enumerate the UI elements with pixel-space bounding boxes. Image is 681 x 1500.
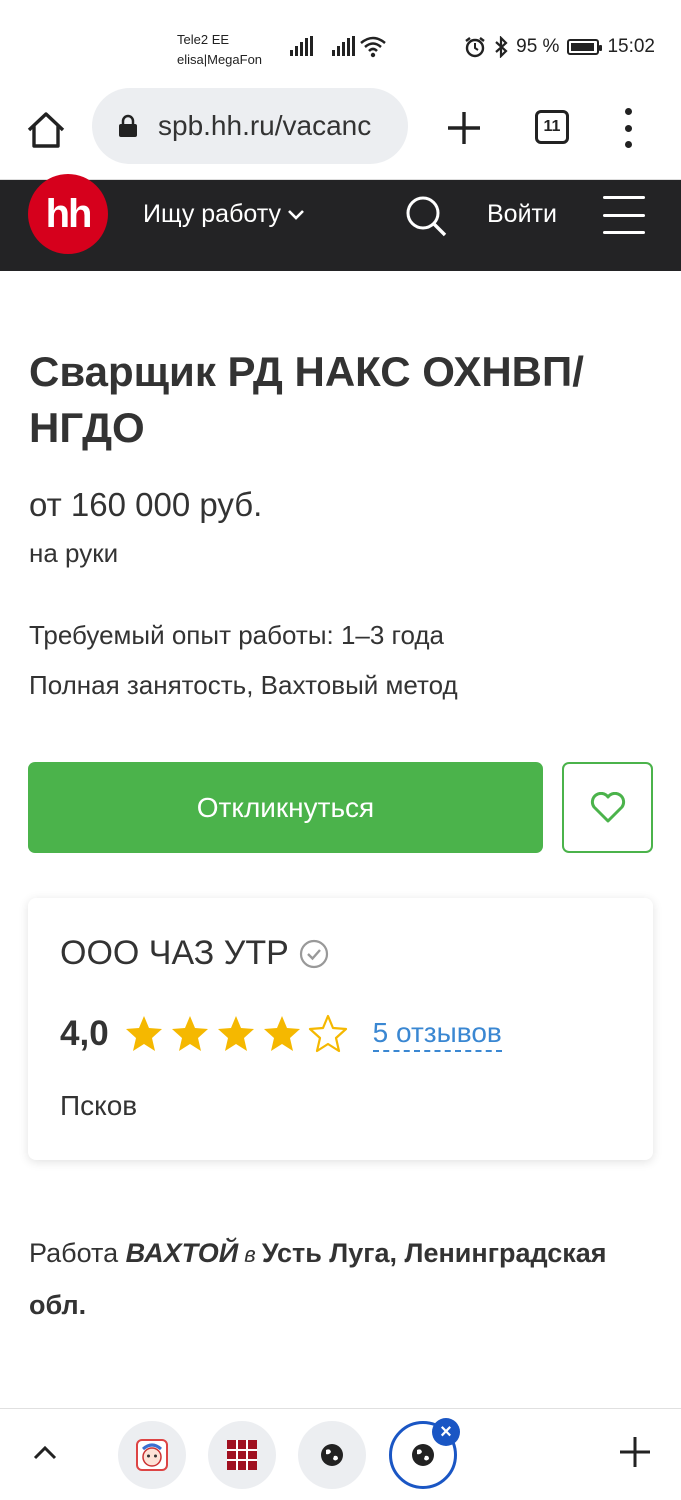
hamburger-menu-icon[interactable] — [603, 196, 645, 234]
close-tab-icon[interactable]: × — [432, 1418, 460, 1446]
carrier-names: Tele2 EE elisa|MegaFon — [177, 30, 262, 70]
rating-row: 4,0 5 отзывов — [60, 1014, 502, 1054]
verified-check-icon — [299, 939, 328, 968]
favorite-button[interactable] — [562, 762, 653, 853]
browser-menu-icon[interactable] — [620, 108, 636, 148]
globe-icon — [321, 1444, 343, 1466]
tab-thumbnail[interactable] — [118, 1421, 186, 1489]
signal-icon — [290, 36, 313, 56]
site-favicon-grid — [227, 1440, 257, 1470]
carrier-2: elisa|MegaFon — [177, 52, 263, 67]
company-name: ООО ЧАЗ УТР — [60, 934, 289, 972]
heart-icon — [590, 791, 625, 822]
tab-switcher-button[interactable]: 11 — [535, 110, 569, 144]
battery-fill — [571, 43, 595, 51]
battery-percent: 95 % — [516, 36, 560, 57]
chevron-up-icon[interactable] — [32, 1443, 58, 1461]
browser-toolbar: spb.hh.ru/vacanc 11 — [0, 88, 681, 180]
new-tab-plus-icon[interactable] — [444, 108, 484, 148]
alarm-icon — [465, 37, 485, 58]
job-menu-label: Ищу работу — [143, 200, 281, 228]
company-city: Псков — [60, 1090, 138, 1121]
login-link[interactable]: Войти — [487, 200, 557, 229]
promo-prefix: Работа — [29, 1238, 126, 1268]
url-text: spb.hh.ru/vacanc — [158, 110, 372, 141]
status-bar: Tele2 EE elisa|MegaFon 95 % 15:02 — [0, 0, 681, 90]
add-tab-plus-icon[interactable] — [618, 1435, 652, 1469]
reviews-link[interactable]: 5 отзывов — [372, 1016, 502, 1052]
rating-value: 4,0 — [60, 1014, 109, 1053]
carrier-1: Tele2 EE — [177, 32, 230, 47]
promo-conjunction: в — [238, 1242, 262, 1267]
tab-thumbnail[interactable] — [298, 1421, 366, 1489]
home-icon[interactable] — [24, 108, 68, 152]
hh-logo[interactable]: hh — [28, 174, 108, 254]
experience-requirement: Требуемый опыт работы: 1–3 года — [29, 620, 444, 650]
salary: от 160 000 руб. — [29, 486, 263, 523]
signal-icon — [332, 36, 355, 56]
site-favicon-kid — [136, 1439, 168, 1471]
star-filled-icon — [125, 1016, 162, 1051]
star-filled-icon — [171, 1016, 208, 1051]
promo-highlight: ВАХТОЙ — [125, 1238, 239, 1268]
star-filled-icon — [217, 1016, 254, 1051]
star-filled-icon — [263, 1016, 300, 1051]
apply-button[interactable]: Откликнуться — [28, 762, 543, 853]
lock-icon — [119, 114, 137, 137]
bluetooth-icon — [495, 36, 508, 58]
rating-stars — [123, 1014, 349, 1054]
employment-type: Полная занятость, Вахтовый метод — [29, 670, 458, 700]
job-search-menu[interactable]: Ищу работу — [143, 200, 305, 229]
tab-thumbnail[interactable] — [208, 1421, 276, 1489]
tab-count: 11 — [543, 118, 561, 135]
company-name-row[interactable]: ООО ЧАЗ УТР — [60, 934, 329, 973]
salary-note: на руки — [29, 538, 119, 568]
site-header: hh Ищу работу Войти — [0, 174, 681, 271]
star-empty-icon — [308, 1014, 347, 1053]
company-card: ООО ЧАЗ УТР 4,0 5 отзывов Псков — [28, 898, 653, 1160]
bottom-tab-bar: × — [0, 1408, 681, 1500]
tab-thumbnail-active[interactable]: × — [389, 1418, 460, 1489]
search-icon[interactable] — [404, 194, 448, 238]
status-right: 95 % 15:02 — [464, 36, 655, 58]
battery-icon — [567, 39, 603, 55]
address-bar[interactable]: spb.hh.ru/vacanc — [92, 88, 408, 164]
vacancy-title: Сварщик РД НАКС ОХНВП/ НГДО — [29, 348, 584, 451]
globe-icon — [412, 1444, 434, 1466]
wifi-icon — [360, 36, 386, 58]
promo-text: Работа ВАХТОЙ в Усть Луга, Ленинградская… — [29, 1228, 649, 1330]
clock: 15:02 — [607, 36, 655, 57]
chevron-down-icon — [288, 209, 304, 220]
